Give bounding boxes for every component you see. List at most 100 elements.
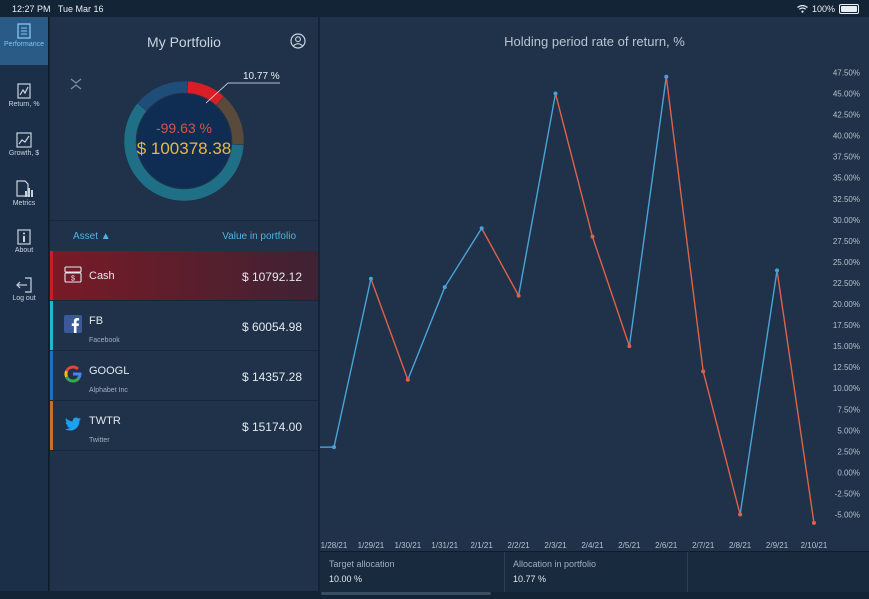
x-tick-label: 2/9/21 [766, 541, 789, 550]
status-time-date: 12:27 PM Tue Mar 16 [12, 4, 104, 14]
sidebar-item-performance[interactable]: Performance [0, 17, 48, 65]
x-tick-label: 2/8/21 [729, 541, 752, 550]
line-segment [702, 371, 741, 515]
battery-icon [839, 4, 859, 14]
asset-row-cash[interactable]: $ Cash $ 10792.12 [50, 251, 318, 301]
x-tick-label: 2/7/21 [692, 541, 715, 550]
data-point[interactable] [368, 276, 373, 281]
y-tick-label: 0.00% [837, 468, 860, 477]
sidebar-item-logout[interactable]: Log out [0, 271, 48, 319]
sidebar-item-metrics[interactable]: Metrics [0, 174, 48, 222]
scroll-indicator[interactable] [321, 592, 491, 595]
line-segment [591, 236, 631, 347]
portfolio-panel: My Portfolio 10.77 % -99.63 % $ 100378.3… [50, 17, 318, 591]
wifi-icon [797, 5, 808, 13]
asset-list-header: Asset ▲ Value in portfolio [50, 220, 318, 252]
asset-row-twtr[interactable]: TWTR Twitter $ 15174.00 [50, 401, 318, 451]
status-bar: 12:27 PM Tue Mar 16 100% [0, 0, 869, 17]
data-point[interactable] [811, 520, 816, 525]
portfolio-return-pct: -99.63 % [155, 120, 213, 136]
status-right: 100% [797, 4, 859, 14]
metrics-icon [16, 180, 33, 197]
y-tick-label: 37.50% [833, 153, 860, 162]
data-point[interactable] [442, 285, 447, 290]
data-point[interactable] [516, 293, 521, 298]
x-tick-label: 2/10/21 [801, 541, 828, 550]
x-tick-label: 2/2/21 [507, 541, 530, 550]
growth-chart-icon [16, 132, 32, 148]
asset-row-googl[interactable]: GOOGL Alphabet Inc $ 14357.28 [50, 351, 318, 401]
sidebar-item-label: Return, % [8, 101, 40, 108]
y-tick-label: -5.00% [835, 511, 860, 520]
sidebar-item-return[interactable]: Return, % [0, 77, 48, 125]
status-date: Tue Mar 16 [57, 4, 104, 14]
allocation-label: Target allocation [329, 559, 395, 569]
sort-by-value[interactable]: Value in portfolio [222, 231, 296, 242]
data-point[interactable] [553, 91, 558, 96]
sort-by-asset[interactable]: Asset ▲ [73, 231, 111, 242]
y-tick-label: 30.00% [833, 216, 860, 225]
allocation-bar: Target allocation 10.00 % Allocation in … [320, 551, 869, 592]
sidebar-item-growth[interactable]: Growth, $ [0, 126, 48, 174]
asset-name: Facebook [89, 337, 120, 344]
sidebar-item-label: Growth, $ [8, 150, 40, 157]
return-chart-icon [17, 83, 31, 99]
page-title: My Portfolio [147, 34, 221, 50]
data-point[interactable] [590, 234, 595, 239]
data-point[interactable] [627, 344, 632, 349]
y-tick-label: 12.50% [833, 363, 860, 372]
data-point[interactable] [701, 369, 706, 374]
data-point[interactable] [664, 74, 669, 79]
document-icon [17, 23, 31, 39]
x-tick-label: 2/3/21 [544, 541, 567, 550]
y-tick-label: 20.00% [833, 300, 860, 309]
y-tick-label: -2.50% [835, 489, 860, 498]
line-segment [444, 227, 483, 288]
asset-accent-bar [50, 401, 53, 450]
line-segment [333, 278, 372, 448]
portfolio-allocation-cell: Allocation in portfolio 10.77 % [504, 552, 688, 592]
line-segment [481, 227, 520, 296]
y-tick-label: 2.50% [837, 447, 860, 456]
target-allocation-cell: Target allocation 10.00 % [320, 552, 505, 592]
line-segment [554, 93, 594, 237]
line-segment [517, 93, 557, 296]
user-icon[interactable] [290, 33, 306, 49]
x-tick-label: 2/5/21 [618, 541, 641, 550]
y-tick-label: 7.50% [837, 405, 860, 414]
asset-value: $ 60054.98 [241, 320, 302, 334]
data-point[interactable] [405, 377, 410, 382]
asset-value: $ 14357.28 [241, 370, 302, 384]
svg-text:$: $ [71, 276, 75, 283]
battery-percent: 100% [811, 4, 835, 14]
donut-callout-label: 10.77 % [243, 71, 280, 82]
chevron-collapse-icon[interactable] [70, 77, 82, 91]
sidebar-item-label: Log out [12, 295, 36, 302]
line-segment [370, 278, 409, 381]
y-tick-label: 10.00% [833, 384, 860, 393]
sidebar-item-about[interactable]: About [0, 223, 48, 271]
x-tick-label: 2/4/21 [581, 541, 604, 550]
data-point[interactable] [738, 512, 743, 517]
line-segment [628, 76, 667, 347]
y-tick-label: 32.50% [833, 195, 860, 204]
data-point[interactable] [332, 445, 336, 450]
twitter-icon [65, 417, 81, 431]
y-tick-label: 17.50% [833, 321, 860, 330]
return-line-chart[interactable]: 47.50% 45.00% 42.50% 40.00% 37.50% 35.00% 32.5… [320, 17, 869, 551]
sidebar-item-label: Performance [3, 41, 45, 48]
asset-accent-bar [50, 351, 53, 400]
asset-accent-bar [50, 301, 53, 350]
asset-name: Twitter [89, 437, 110, 444]
allocation-value: 10.77 % [513, 574, 547, 584]
x-tick-label: 1/31/21 [431, 541, 458, 550]
y-tick-label: 15.00% [833, 342, 860, 351]
line-segment [776, 270, 815, 524]
asset-name: Alphabet Inc [89, 387, 128, 394]
line-segment [665, 76, 704, 372]
data-point[interactable] [775, 268, 780, 273]
y-tick-label: 25.00% [833, 258, 860, 267]
asset-row-fb[interactable]: FB Facebook $ 60054.98 [50, 301, 318, 351]
sidebar-item-label: Metrics [12, 200, 36, 207]
data-point[interactable] [479, 226, 484, 231]
